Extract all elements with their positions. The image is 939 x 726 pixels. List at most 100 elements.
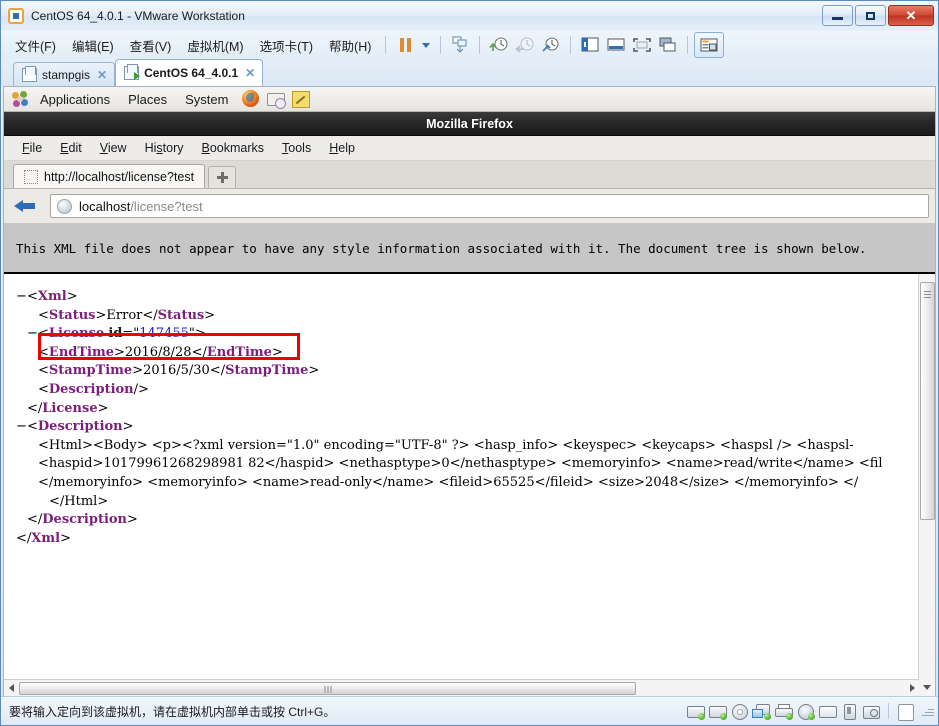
ff-menu-history[interactable]: History [136, 141, 193, 155]
printer-icon[interactable] [774, 703, 793, 720]
xml-tag-status: Status [48, 307, 96, 323]
window-controls: ✕ [822, 5, 934, 26]
ff-menu-bookmarks[interactable]: Bookmarks [193, 141, 274, 155]
toolbar-separator [479, 36, 481, 54]
browser-tab[interactable]: http://localhost/license?test [13, 164, 206, 188]
evolution-mail-icon[interactable] [265, 89, 287, 109]
xml-line: </Description> [27, 512, 138, 528]
hard-disk-2-icon[interactable] [708, 703, 727, 720]
close-button[interactable]: ✕ [888, 5, 934, 26]
manage-snapshots-icon[interactable] [538, 34, 564, 56]
display-icon[interactable] [818, 703, 837, 720]
ff-menu-help[interactable]: Help [320, 141, 364, 155]
vm-tab-label: CentOS 64_4.0.1 [144, 66, 239, 80]
xml-value-status: Error [106, 307, 143, 323]
firefox-menu-bar: FFileile Edit View History Bookmarks Too… [4, 136, 935, 161]
horizontal-scrollbar-thumb[interactable] [19, 681, 636, 695]
restore-button[interactable] [855, 5, 886, 26]
toolbar-separator [687, 36, 689, 54]
console-view-icon[interactable] [694, 32, 725, 58]
xml-line: <Description/> [38, 381, 149, 397]
minimize-button[interactable] [822, 5, 853, 26]
url-path: /license?test [130, 198, 203, 214]
vertical-scrollbar[interactable] [918, 274, 935, 696]
page-icon[interactable] [896, 703, 915, 721]
vmware-status-bar: 要将输入定向到该虚拟机，请在虚拟机内部单击或按 Ctrl+G。 [1, 696, 938, 725]
show-thumbnail-bar-icon[interactable] [603, 34, 629, 56]
horizontal-scrollbar[interactable] [4, 679, 919, 696]
scroll-right-arrow-icon[interactable] [905, 681, 919, 695]
vm-tab-centos[interactable]: CentOS 64_4.0.1 ✕ [115, 59, 264, 86]
scrollbar-grip-icon [924, 291, 931, 300]
show-library-icon[interactable] [577, 34, 603, 56]
chevron-down-icon[interactable] [418, 34, 434, 56]
gnome-menu-applications[interactable]: Applications [31, 92, 119, 107]
twisty-collapse[interactable]: − [16, 288, 27, 307]
vertical-scrollbar-thumb[interactable] [920, 282, 935, 520]
revert-snapshot-icon[interactable] [512, 34, 538, 56]
unity-mode-icon[interactable] [655, 34, 681, 56]
scroll-down-arrow-icon[interactable] [920, 681, 933, 694]
camera-icon[interactable] [862, 703, 881, 720]
gnome-menu-places[interactable]: Places [119, 92, 176, 107]
scrollbar-grip-icon [324, 685, 331, 693]
ff-menu-view[interactable]: View [91, 141, 136, 155]
xml-tag-status-close: Status [157, 307, 205, 323]
vm-tab-close-icon[interactable]: ✕ [245, 66, 255, 80]
firefox-window: Mozilla Firefox FFileile Edit View Histo… [4, 112, 935, 696]
toolbar-separator [440, 36, 442, 54]
xml-line: <haspid>10179961268298981 82</haspid> <n… [16, 455, 935, 474]
full-screen-icon[interactable] [629, 34, 655, 56]
globe-icon [57, 198, 72, 214]
new-tab-button[interactable] [208, 166, 237, 188]
xml-text-html-open: <Html><Body> <p><?xml version="1.0" enco… [38, 437, 854, 453]
ff-menu-file[interactable]: FFileile [13, 141, 51, 155]
xml-tag-stamptime-close: StampTime [225, 363, 309, 379]
xml-line: <Html><Body> <p><?xml version="1.0" enco… [16, 437, 935, 456]
vm-tab-stampgis[interactable]: stampgis ✕ [13, 62, 116, 86]
ff-menu-edit[interactable]: Edit [51, 141, 91, 155]
notes-editor-icon[interactable] [290, 89, 312, 109]
menu-edit[interactable]: 编辑(E) [64, 33, 122, 58]
xml-line: <Status>Error</Status> [38, 307, 216, 323]
resize-grip-icon[interactable] [920, 704, 934, 718]
menu-vm[interactable]: 虚拟机(M) [179, 33, 251, 58]
twisty-collapse[interactable]: − [16, 418, 27, 437]
gnome-menu-system[interactable]: System [176, 92, 237, 107]
back-arrow-icon[interactable] [14, 195, 41, 217]
xml-text-haspid: <haspid>10179961268298981 82</haspid> <n… [38, 456, 883, 472]
vm-tab-label: stampgis [42, 67, 91, 82]
usb-controller-icon[interactable] [840, 703, 859, 720]
ff-menu-tools[interactable]: Tools [273, 141, 320, 155]
menu-tabs[interactable]: 选项卡(T) [252, 33, 321, 58]
url-host: localhost [79, 198, 131, 214]
scroll-left-arrow-icon[interactable] [4, 681, 18, 695]
xml-document-tree: −<Xml> <Status>Error</Status> −<License … [4, 288, 935, 548]
xml-text-html-close: </Html> [49, 493, 109, 509]
menu-help[interactable]: 帮助(H) [321, 33, 379, 58]
vm-tab-strip: stampgis ✕ CentOS 64_4.0.1 ✕ [1, 59, 938, 86]
toolbar-separator [385, 36, 387, 54]
xml-notice-text: This XML file does not appear to have an… [16, 240, 867, 256]
cd-dvd-icon[interactable] [730, 703, 749, 720]
take-snapshot-icon[interactable] [486, 34, 512, 56]
xml-line: −<License id="147455"> [16, 325, 935, 344]
url-input[interactable]: localhost/license?test [50, 194, 929, 218]
network-adapter-icon[interactable] [752, 703, 771, 720]
firefox-icon[interactable] [240, 89, 262, 109]
sound-card-icon[interactable] [796, 703, 815, 720]
xml-value-stamptime: 2016/5/30 [143, 363, 210, 379]
xml-line: <StampTime>2016/5/30</StampTime> [38, 363, 320, 379]
snapshot-manager-icon[interactable] [447, 34, 473, 56]
pause-icon[interactable] [392, 34, 418, 56]
menu-file[interactable]: 文件(F) [7, 33, 64, 58]
xml-tag-license: License [48, 326, 105, 342]
twisty-collapse[interactable]: − [27, 325, 38, 344]
vm-tab-close-icon[interactable]: ✕ [97, 68, 107, 82]
menu-view[interactable]: 查看(V) [122, 33, 180, 58]
xml-tag-description-close: Description [42, 512, 128, 528]
hard-disk-1-icon[interactable] [686, 703, 705, 720]
xml-tree-viewport: −<Xml> <Status>Error</Status> −<License … [4, 274, 935, 696]
status-hint-text: 要将输入定向到该虚拟机，请在虚拟机内部单击或按 Ctrl+G。 [9, 704, 336, 719]
xml-tag-description: Description [37, 419, 123, 435]
